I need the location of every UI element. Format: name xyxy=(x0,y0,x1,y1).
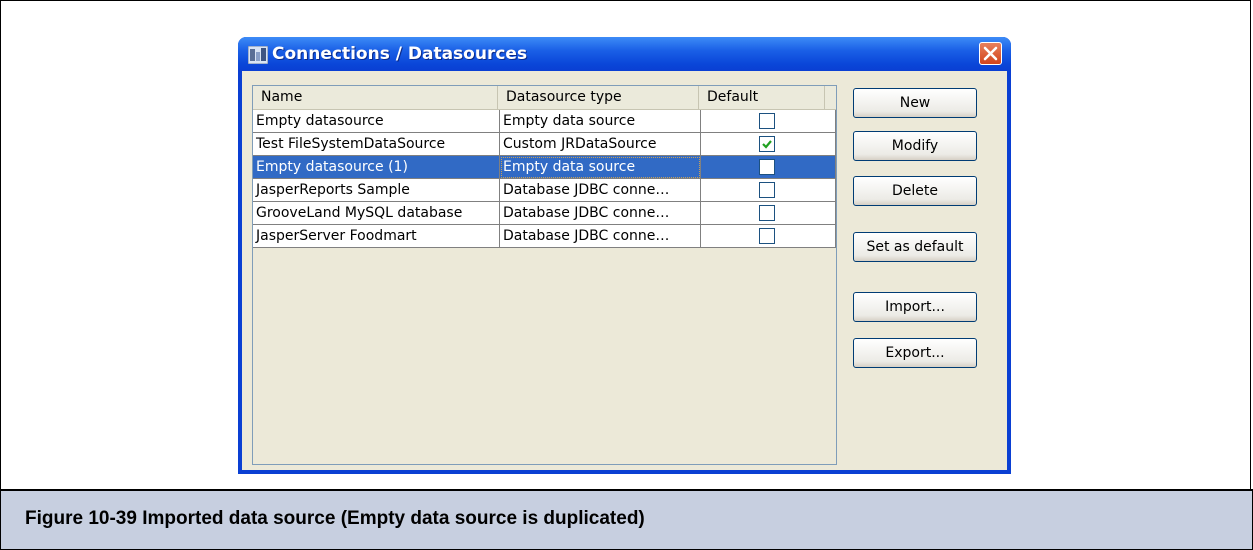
cell-name: GrooveLand MySQL database xyxy=(253,202,500,225)
cell-default xyxy=(701,179,836,202)
cell-type: Empty data source xyxy=(500,156,701,179)
table-row[interactable]: JasperReports Sample Database JDBC conne… xyxy=(253,179,836,202)
cell-name: Test FileSystemDataSource xyxy=(253,133,500,156)
table-row[interactable]: Test FileSystemDataSource Custom JRDataS… xyxy=(253,133,836,156)
default-checkbox[interactable] xyxy=(759,113,775,129)
cell-type: Database JDBC conne… xyxy=(500,179,701,202)
default-checkbox[interactable] xyxy=(759,136,775,152)
cell-default xyxy=(701,156,836,179)
datasource-icon xyxy=(248,46,268,64)
import-button[interactable]: Import... xyxy=(853,292,977,322)
cell-name: Empty datasource (1) xyxy=(253,156,500,179)
column-header-default[interactable]: Default xyxy=(699,86,825,109)
figure-caption: Figure 10-39 Imported data source (Empty… xyxy=(25,508,645,529)
default-checkbox[interactable] xyxy=(759,205,775,221)
default-checkbox[interactable] xyxy=(759,228,775,244)
cell-type: Database JDBC conne… xyxy=(500,202,701,225)
connections-dialog: Connections / Datasources Name Datasourc… xyxy=(238,37,1011,474)
cell-default xyxy=(701,225,836,248)
cell-type: Empty data source xyxy=(500,110,701,133)
cell-type: Custom JRDataSource xyxy=(500,133,701,156)
close-button[interactable] xyxy=(979,42,1002,65)
cell-default xyxy=(701,133,836,156)
cell-name: Empty datasource xyxy=(253,110,500,133)
cell-type: Database JDBC conne… xyxy=(500,225,701,248)
table-row-selected[interactable]: Empty datasource (1) Empty data source xyxy=(253,156,836,179)
cell-default xyxy=(701,110,836,133)
cell-default xyxy=(701,202,836,225)
dialog-body: Name Datasource type Default Empty datas… xyxy=(242,71,1007,470)
delete-button[interactable]: Delete xyxy=(853,176,977,206)
export-button[interactable]: Export... xyxy=(853,338,977,368)
default-checkbox[interactable] xyxy=(759,159,775,175)
default-checkbox[interactable] xyxy=(759,182,775,198)
table-row[interactable]: JasperServer Foodmart Database JDBC conn… xyxy=(253,225,836,248)
modify-button[interactable]: Modify xyxy=(853,131,977,161)
table-header: Name Datasource type Default xyxy=(253,86,836,110)
new-button[interactable]: New xyxy=(853,88,977,118)
window-title: Connections / Datasources xyxy=(272,44,528,64)
close-icon xyxy=(983,46,998,61)
figure-caption-bar: Figure 10-39 Imported data source (Empty… xyxy=(0,489,1253,550)
table-row[interactable]: GrooveLand MySQL database Database JDBC … xyxy=(253,202,836,225)
cell-name: JasperReports Sample xyxy=(253,179,500,202)
column-header-name[interactable]: Name xyxy=(253,86,498,109)
column-header-type[interactable]: Datasource type xyxy=(498,86,699,109)
set-default-button[interactable]: Set as default xyxy=(853,232,977,262)
checkmark-icon xyxy=(762,140,772,149)
table-row[interactable]: Empty datasource Empty data source xyxy=(253,110,836,133)
datasource-table[interactable]: Name Datasource type Default Empty datas… xyxy=(252,85,837,465)
title-bar[interactable]: Connections / Datasources xyxy=(238,37,1011,71)
cell-name: JasperServer Foodmart xyxy=(253,225,500,248)
